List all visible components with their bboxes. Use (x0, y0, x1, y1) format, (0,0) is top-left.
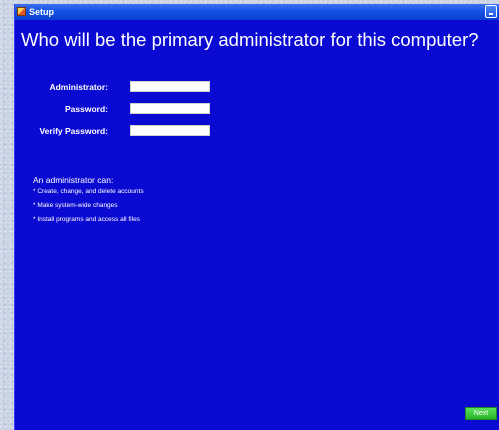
verify-password-input[interactable] (130, 125, 210, 136)
info-heading: An administrator can: (33, 175, 114, 185)
title-bar[interactable]: Setup (15, 4, 499, 20)
administrator-row: Administrator: (15, 81, 499, 95)
verify-password-label: Verify Password: (39, 126, 108, 136)
administrator-input[interactable] (130, 81, 210, 92)
info-item-accounts: * Create, change, and delete accounts (33, 188, 144, 195)
setup-window: Setup Who will be the primary administra… (14, 4, 499, 430)
password-row: Password: (15, 103, 499, 117)
next-button[interactable]: Next (465, 407, 497, 420)
window-title: Setup (29, 7, 55, 17)
info-item-install-programs: * Install programs and access all files (33, 216, 140, 223)
verify-password-row: Verify Password: (15, 125, 499, 139)
password-input[interactable] (130, 103, 210, 114)
setup-icon (17, 7, 26, 16)
minimize-icon[interactable] (485, 5, 497, 18)
administrator-label: Administrator: (49, 82, 108, 92)
info-item-system-changes: * Make system-wide changes (33, 202, 118, 209)
password-label: Password: (65, 104, 108, 114)
page-title: Who will be the primary administrator fo… (21, 29, 479, 50)
